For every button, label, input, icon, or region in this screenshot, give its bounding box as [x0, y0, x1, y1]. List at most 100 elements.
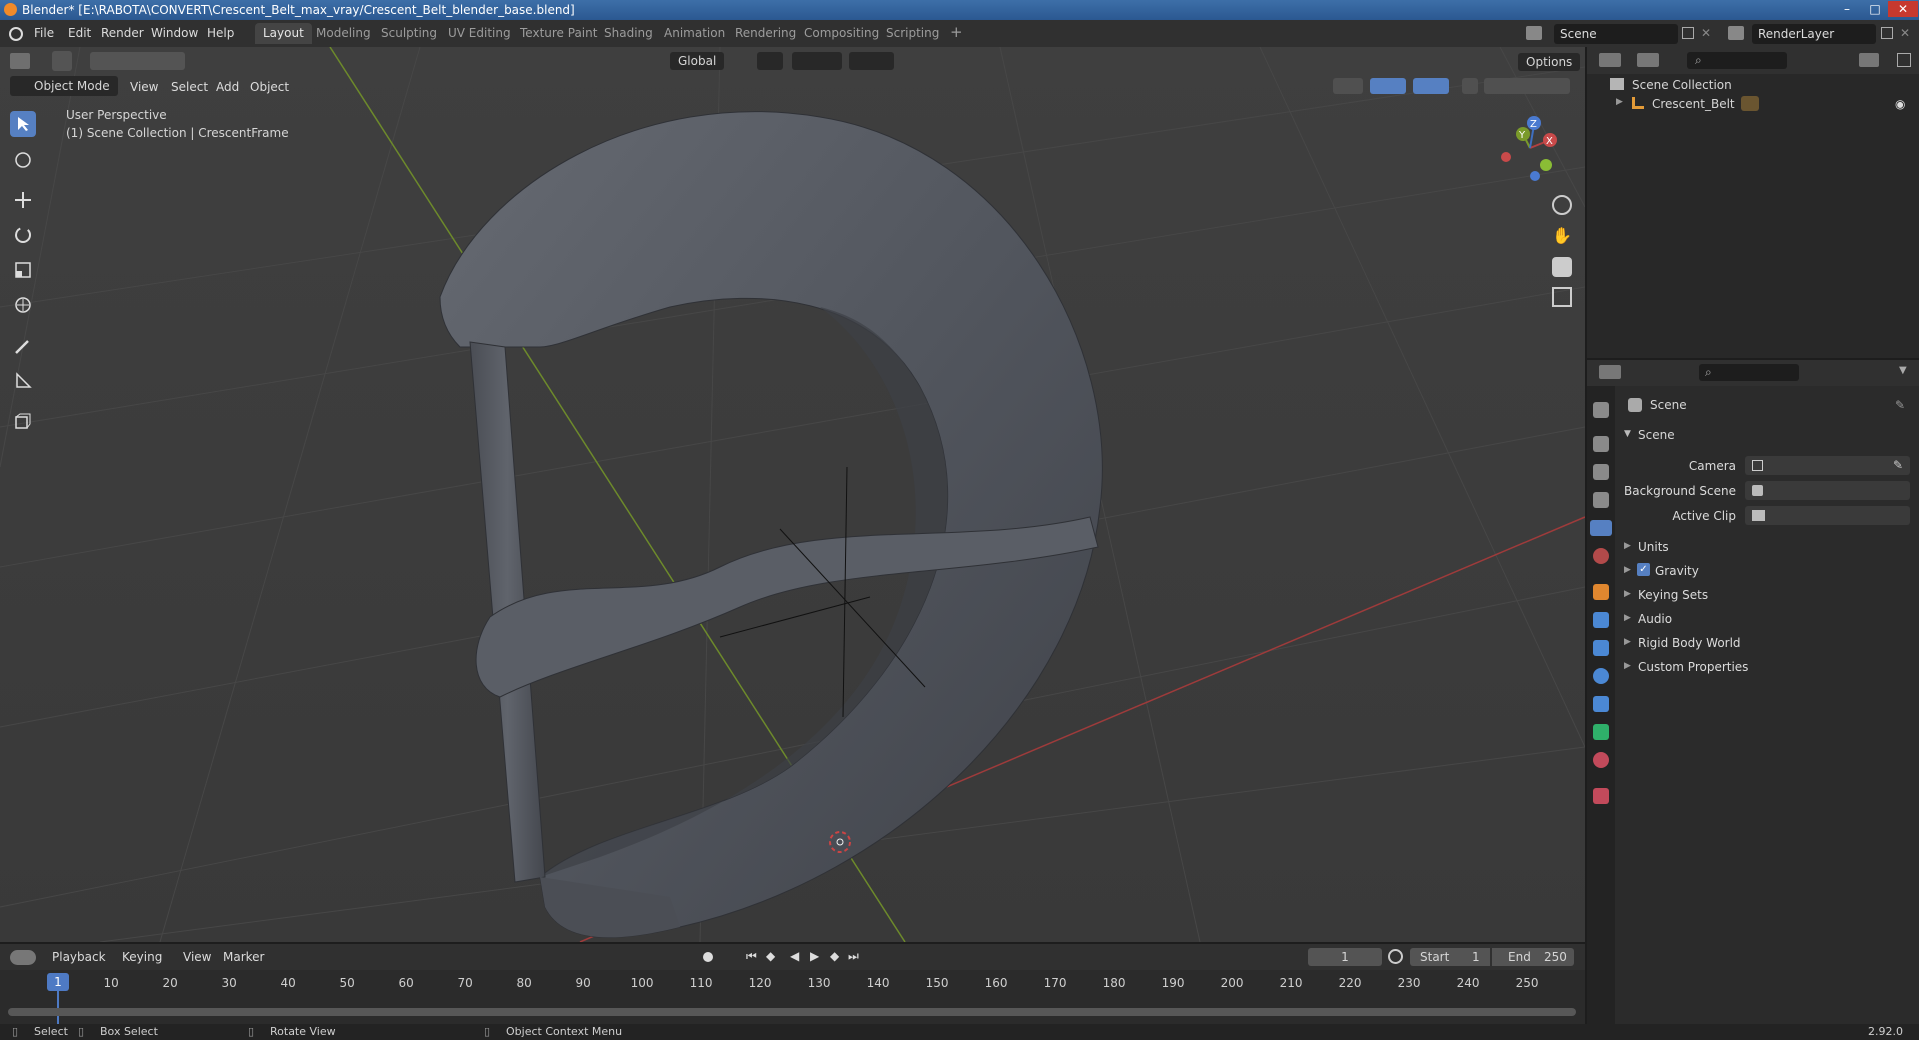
outliner-type-icon[interactable]	[1599, 53, 1621, 67]
3d-viewport[interactable]	[0, 47, 1585, 942]
render-tab-icon[interactable]	[1593, 436, 1609, 452]
scene-panel-title[interactable]: Scene	[1638, 428, 1675, 442]
properties-type-icon[interactable]	[1599, 365, 1621, 379]
material-tab-icon[interactable]	[1593, 752, 1609, 768]
orientation-select[interactable]: Global	[670, 52, 725, 70]
xray-icon[interactable]	[1462, 78, 1478, 94]
viewport-menu-select[interactable]: Select	[171, 80, 208, 94]
background-scene-field[interactable]	[1745, 481, 1910, 500]
constraints-tab-icon[interactable]	[1593, 696, 1609, 712]
remove-scene-icon[interactable]: ✕	[1701, 26, 1711, 40]
add-cube-tool[interactable]	[10, 408, 36, 434]
pan-hand-icon[interactable]: ✋	[1552, 226, 1572, 246]
annotate-tool[interactable]	[10, 333, 36, 359]
timeline-type-icon[interactable]	[10, 950, 36, 965]
scale-tool[interactable]	[10, 257, 36, 283]
camera-field[interactable]	[1745, 456, 1910, 475]
visibility-icon[interactable]	[1333, 78, 1363, 94]
display-mode-icon[interactable]	[1637, 53, 1659, 67]
gravity-checkbox[interactable]: ✓	[1637, 563, 1650, 576]
transform-tool[interactable]	[10, 292, 36, 318]
new-collection-icon[interactable]	[1897, 53, 1911, 67]
selection-mode-buttons[interactable]	[90, 52, 185, 70]
chevron-down-icon[interactable]: ▼	[1899, 365, 1907, 376]
close-icon[interactable]: ✕	[1888, 1, 1918, 17]
tool-tab-icon[interactable]	[1593, 402, 1609, 418]
tab-scripting[interactable]: Scripting	[878, 23, 947, 44]
prev-keyframe-icon[interactable]: ◆	[766, 949, 775, 963]
custom-props-expand-icon[interactable]: ▶	[1624, 661, 1631, 671]
menu-help[interactable]: Help	[207, 26, 234, 40]
audio-expand-icon[interactable]: ▶	[1624, 613, 1631, 623]
pin-icon[interactable]: ✎	[1895, 398, 1905, 412]
snap-icon[interactable]	[792, 52, 842, 70]
panel-collapse-icon[interactable]: ▼	[1624, 429, 1631, 439]
select-tool-icon[interactable]	[52, 51, 72, 71]
tab-shading[interactable]: Shading	[596, 23, 661, 44]
tab-texture-paint[interactable]: Texture Paint	[512, 23, 605, 44]
jump-end-icon[interactable]: ⏭	[848, 949, 859, 964]
viewlayer-browse-icon[interactable]	[1728, 26, 1744, 40]
viewlayer-selector[interactable]: RenderLayer	[1752, 24, 1876, 44]
ortho-grid-icon[interactable]	[1552, 287, 1572, 307]
expand-arrow-icon[interactable]: ▶	[1616, 97, 1623, 107]
measure-tool[interactable]	[10, 367, 36, 393]
cursor-tool[interactable]	[10, 147, 36, 173]
viewport-menu-view[interactable]: View	[130, 80, 158, 94]
gravity-subpanel[interactable]: Gravity	[1655, 564, 1699, 578]
keying-sets-expand-icon[interactable]: ▶	[1624, 589, 1631, 599]
select-box-tool[interactable]	[10, 111, 36, 137]
object-tab-icon[interactable]	[1593, 584, 1609, 600]
modifier-tab-icon[interactable]	[1593, 612, 1609, 628]
timeline-scrollbar[interactable]	[8, 1008, 1576, 1016]
menu-window[interactable]: Window	[151, 26, 198, 40]
timeline-menu-marker[interactable]: Marker	[223, 950, 264, 964]
menu-file[interactable]: File	[34, 26, 54, 40]
outliner-scene-collection[interactable]: Scene Collection	[1632, 78, 1732, 92]
overlay-toggle-icon[interactable]	[1413, 78, 1449, 94]
units-subpanel[interactable]: Units	[1638, 540, 1669, 554]
tab-animation[interactable]: Animation	[656, 23, 733, 44]
timeline-menu-keying[interactable]: Keying	[122, 950, 162, 964]
outliner-search-input[interactable]	[1687, 52, 1787, 69]
options-dropdown[interactable]: Options	[1518, 53, 1581, 71]
current-frame-field[interactable]: 1	[1308, 948, 1382, 966]
jump-start-icon[interactable]: ⏮	[746, 949, 757, 964]
preview-range-icon[interactable]	[1388, 949, 1403, 964]
zoom-icon[interactable]	[1552, 195, 1572, 215]
tab-rendering[interactable]: Rendering	[727, 23, 804, 44]
rigid-body-expand-icon[interactable]: ▶	[1624, 637, 1631, 647]
custom-properties-subpanel[interactable]: Custom Properties	[1638, 660, 1748, 674]
gravity-expand-icon[interactable]: ▶	[1624, 565, 1631, 575]
scene-selector[interactable]: Scene	[1554, 24, 1678, 44]
maximize-icon[interactable]: □	[1862, 1, 1888, 17]
proportional-edit-icon[interactable]	[849, 52, 894, 70]
viewport-menu-object[interactable]: Object	[250, 80, 289, 94]
menu-render[interactable]: Render	[101, 26, 144, 40]
particles-tab-icon[interactable]	[1593, 640, 1609, 656]
world-tab-icon[interactable]	[1593, 548, 1609, 564]
eye-visibility-icon[interactable]: ◉	[1895, 97, 1905, 111]
keying-sets-subpanel[interactable]: Keying Sets	[1638, 588, 1708, 602]
outliner-item-crescent-belt[interactable]: Crescent_Belt	[1652, 97, 1735, 111]
minimize-icon[interactable]: –	[1834, 1, 1860, 17]
gizmo-toggle-icon[interactable]	[1370, 78, 1406, 94]
data-tab-icon[interactable]	[1593, 724, 1609, 740]
scene-browse-icon[interactable]	[1526, 26, 1542, 40]
timeline-menu-view[interactable]: View	[183, 950, 211, 964]
new-scene-icon[interactable]	[1682, 27, 1694, 39]
audio-subpanel[interactable]: Audio	[1638, 612, 1672, 626]
record-icon[interactable]	[703, 952, 713, 962]
rotate-tool[interactable]	[10, 222, 36, 248]
physics-tab-icon[interactable]	[1593, 668, 1609, 684]
units-expand-icon[interactable]: ▶	[1624, 541, 1631, 551]
playhead[interactable]: 1	[47, 973, 69, 991]
next-keyframe-icon[interactable]: ◆	[830, 949, 839, 963]
viewport-menu-add[interactable]: Add	[216, 80, 239, 94]
navigation-gizmo[interactable]: X Y Z	[1490, 110, 1570, 190]
eyedropper-icon[interactable]: ✎	[1893, 458, 1903, 472]
tab-sculpting[interactable]: Sculpting	[373, 23, 445, 44]
new-viewlayer-icon[interactable]	[1881, 27, 1893, 39]
tab-uv-editing[interactable]: UV Editing	[440, 23, 519, 44]
add-workspace-icon[interactable]: +	[942, 20, 971, 41]
